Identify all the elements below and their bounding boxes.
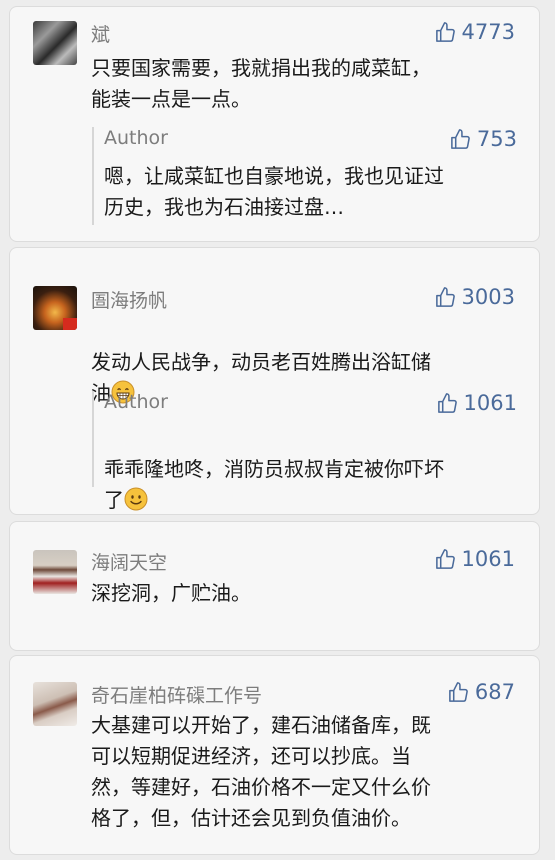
like-count: 3003 (461, 285, 515, 309)
author-reply: Author 1061 乖乖隆地咚，消防员叔叔肯定被你吓坏 了 (92, 391, 517, 512)
smiling-face-icon (124, 487, 148, 511)
reply-author-name: Author (104, 127, 168, 149)
commenter-name[interactable]: 海阔天空 (91, 548, 167, 575)
like-button[interactable]: 3003 (434, 285, 515, 309)
thumbs-up-icon (435, 548, 455, 569)
comment-text: 大基建可以开始了，建石油储备库，既 可以短期促进经济，还可以抄底。当 然，等建好… (91, 713, 431, 830)
like-count: 1061 (463, 391, 517, 415)
comment-card: 海阔天空 1061 深挖洞，广贮油。 (9, 521, 540, 651)
comment-card: 圄海扬帆 3003 发动人民战争，动员老百姓腾出浴缸储 油 Author 106… (9, 247, 540, 515)
like-button[interactable]: 1061 (434, 547, 515, 571)
like-count: 687 (474, 680, 515, 704)
commenter-name[interactable]: 斌 (91, 20, 110, 47)
author-reply: Author 753 嗯，让咸菜缸也自豪地说，我也见证过 历史，我也为石油接过盘… (92, 127, 517, 225)
like-count: 4773 (461, 20, 515, 44)
thumbs-up-icon (437, 392, 457, 413)
like-count: 1061 (461, 547, 515, 571)
thumbs-up-icon (435, 286, 455, 307)
thumbs-up-icon (435, 21, 455, 42)
commenter-name[interactable]: 圄海扬帆 (91, 286, 167, 313)
commenter-name[interactable]: 奇石崖柏砗磲工作号 (91, 681, 262, 708)
like-button[interactable]: 687 (447, 680, 515, 704)
reply-author-name: Author (104, 391, 168, 413)
like-button[interactable]: 753 (449, 127, 517, 151)
thumbs-up-icon (451, 128, 470, 149)
reply-text: 嗯，让咸菜缸也自豪地说，我也见证过 历史，我也为石油接过盘… (104, 164, 444, 219)
comment-text: 深挖洞，广贮油。 (91, 581, 251, 605)
avatar[interactable] (33, 682, 77, 726)
reply-text: 乖乖隆地咚，消防员叔叔肯定被你吓坏 了 (104, 423, 513, 516)
like-button[interactable]: 1061 (436, 391, 517, 415)
comment-text: 只要国家需要，我就捐出我的咸菜缸， 能装一点是一点。 (91, 56, 431, 111)
like-button[interactable]: 4773 (434, 20, 515, 44)
avatar[interactable] (33, 286, 77, 330)
avatar[interactable] (33, 21, 77, 65)
comment-card: 奇石崖柏砗磲工作号 687 大基建可以开始了，建石油储备库，既 可以短期促进经济… (9, 655, 540, 855)
reply-text-body: 乖乖隆地咚，消防员叔叔肯定被你吓坏 了 (104, 457, 444, 512)
avatar[interactable] (33, 550, 77, 594)
flag-badge (63, 318, 77, 330)
like-count: 753 (476, 127, 517, 151)
comment-card: 斌 4773 只要国家需要，我就捐出我的咸菜缸， 能装一点是一点。 Author… (9, 6, 540, 242)
thumbs-up-icon (449, 681, 468, 702)
